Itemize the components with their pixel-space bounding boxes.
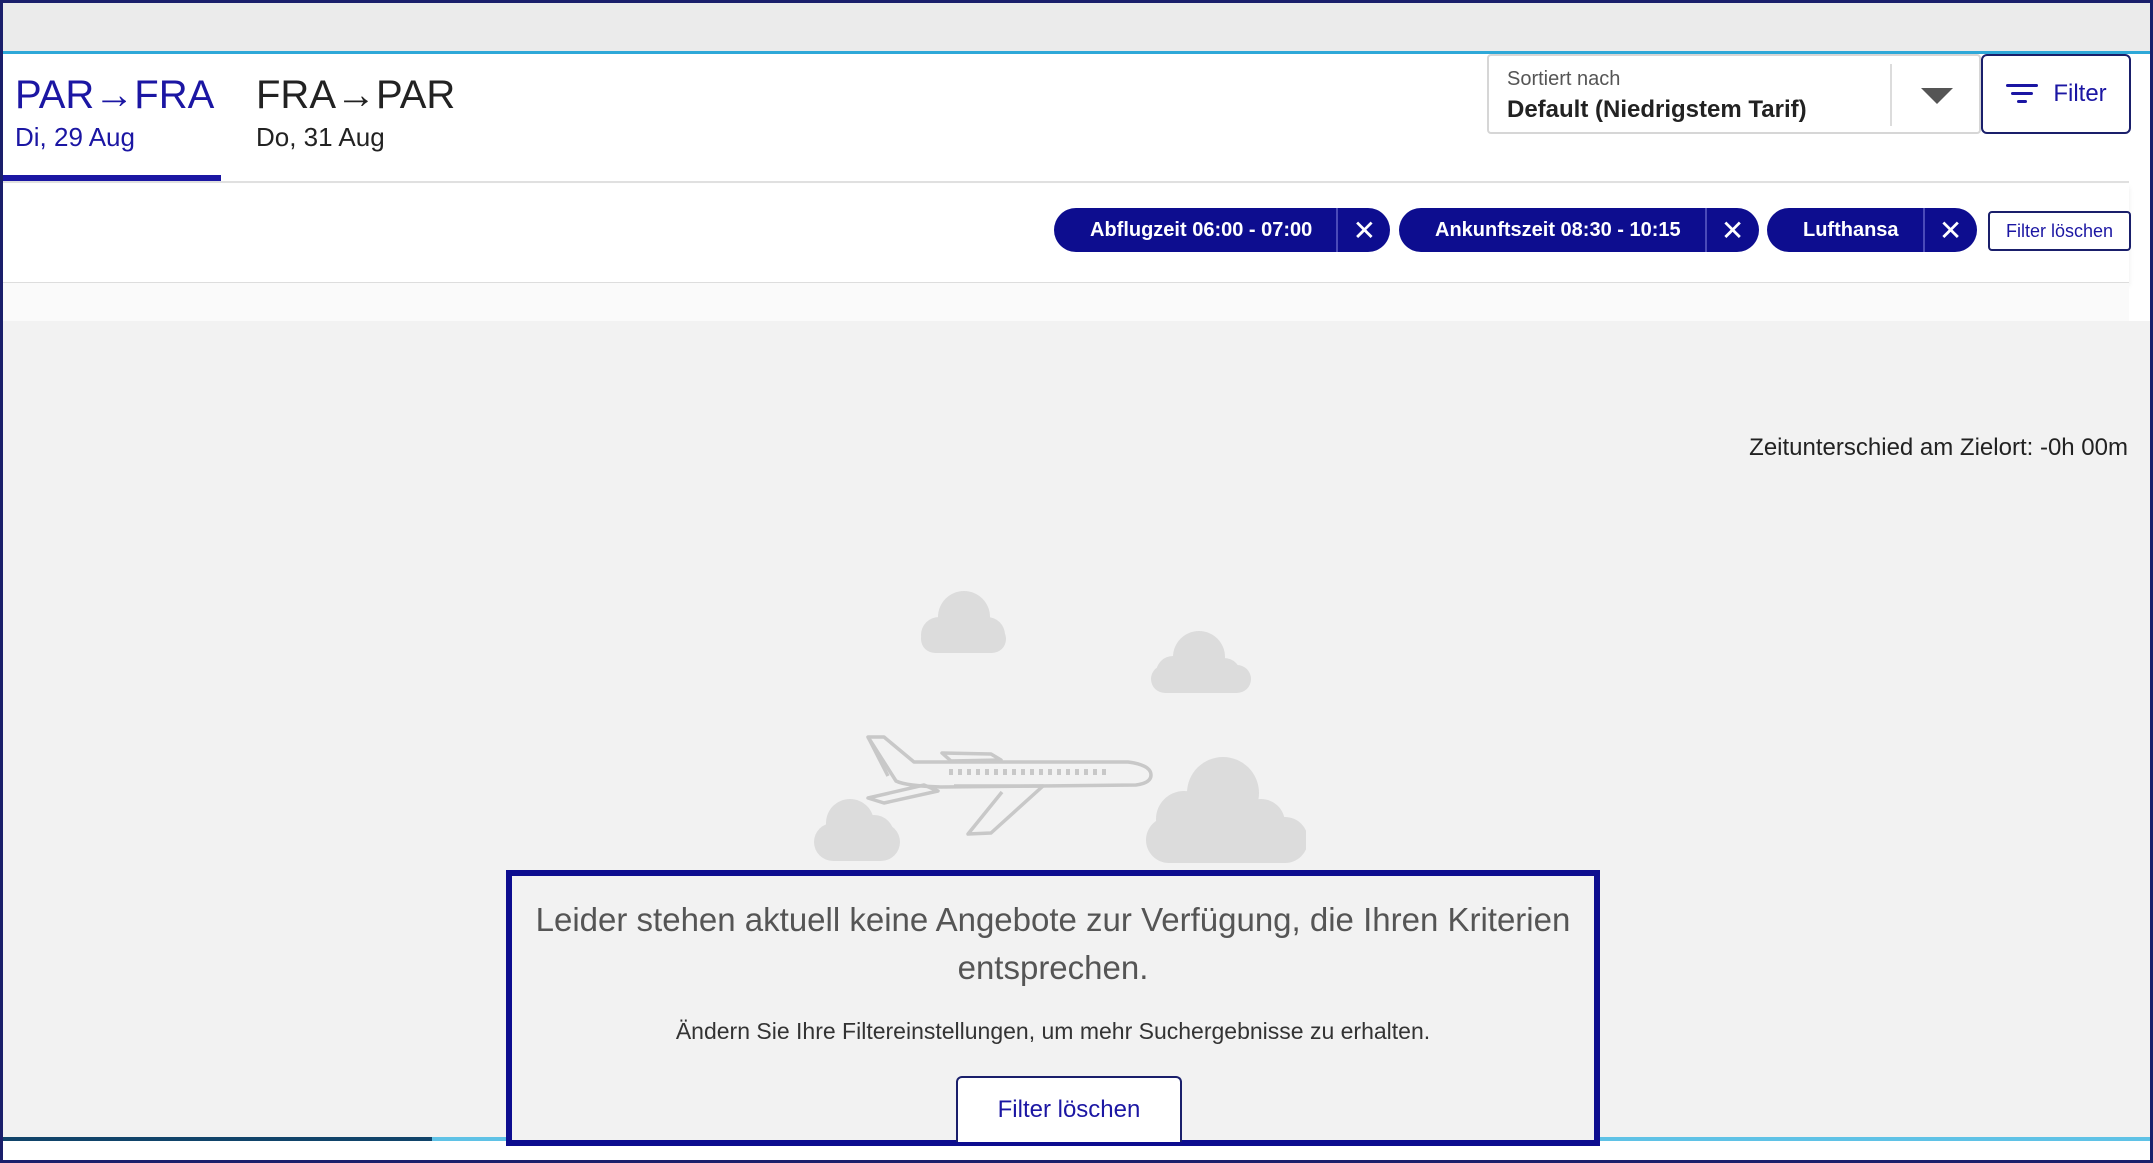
header-divider (3, 181, 2129, 183)
cloud-icon (921, 591, 1006, 653)
active-filters-bar: Abflugzeit 06:00 - 07:00 ✕ Ankunftszeit … (3, 184, 2131, 283)
sort-value: Default (Niedrigstem Tarif) (1507, 96, 1807, 123)
sort-divider (1890, 64, 1892, 126)
sort-label: Sortiert nach (1507, 68, 1621, 90)
outbound-route: PAR→FRA (15, 73, 215, 117)
clear-filters-button-small[interactable]: Filter löschen (1988, 211, 2131, 251)
outbound-date: Di, 29 Aug (15, 122, 135, 152)
cloud-icon (1146, 757, 1306, 863)
filter-chip-airline: Lufthansa ✕ (1767, 208, 1977, 252)
airplane-clouds-illustration (814, 591, 1306, 863)
close-icon[interactable]: ✕ (1338, 208, 1390, 252)
no-results-subtitle: Ändern Sie Ihre Filtereinstellungen, um … (675, 1018, 1431, 1044)
filter-lines-icon (2005, 82, 2039, 106)
results-header: PAR→FRA Di, 29 Aug FRA→PAR Do, 31 Aug So… (3, 54, 2131, 182)
caret-down-icon[interactable] (1921, 88, 1953, 104)
clear-filters-button[interactable]: Filter löschen (956, 1076, 1182, 1142)
filter-chip-departure-time: Abflugzeit 06:00 - 07:00 ✕ (1054, 208, 1391, 252)
no-results-panel: Leider stehen aktuell keine Angebote zur… (506, 870, 1600, 1146)
chip-label: Abflugzeit 06:00 - 07:00 (1090, 218, 1313, 241)
no-results-title: Leider stehen aktuell keine Angebote zur… (535, 901, 1571, 986)
filter-chip-arrival-time: Ankunftszeit 08:30 - 10:15 ✕ (1399, 208, 1759, 252)
close-icon[interactable]: ✕ (1707, 208, 1759, 252)
tab-outbound-flight[interactable]: PAR→FRA Di, 29 Aug (15, 72, 214, 154)
top-bar (3, 3, 2150, 54)
return-date: Do, 31 Aug (256, 122, 385, 152)
filter-button[interactable]: Filter (1981, 54, 2131, 134)
filter-button-label: Filter (2053, 80, 2107, 107)
tab-return-flight[interactable]: FRA→PAR Do, 31 Aug (256, 72, 455, 154)
cloud-icon (1151, 631, 1251, 693)
cloud-icon (814, 799, 900, 861)
chip-label: Ankunftszeit 08:30 - 10:15 (1435, 218, 1681, 241)
timezone-difference: Zeitunterschied am Zielort: -0h 00m (1749, 434, 2128, 461)
chip-label: Lufthansa (1803, 218, 1899, 241)
spacer-band (3, 283, 2129, 321)
close-icon[interactable]: ✕ (1925, 208, 1977, 252)
sort-select[interactable]: Sortiert nach Default (Niedrigstem Tarif… (1487, 54, 1981, 134)
return-route: FRA→PAR (256, 73, 456, 117)
airplane-icon (866, 735, 1153, 836)
airplane-windows (949, 769, 1106, 775)
